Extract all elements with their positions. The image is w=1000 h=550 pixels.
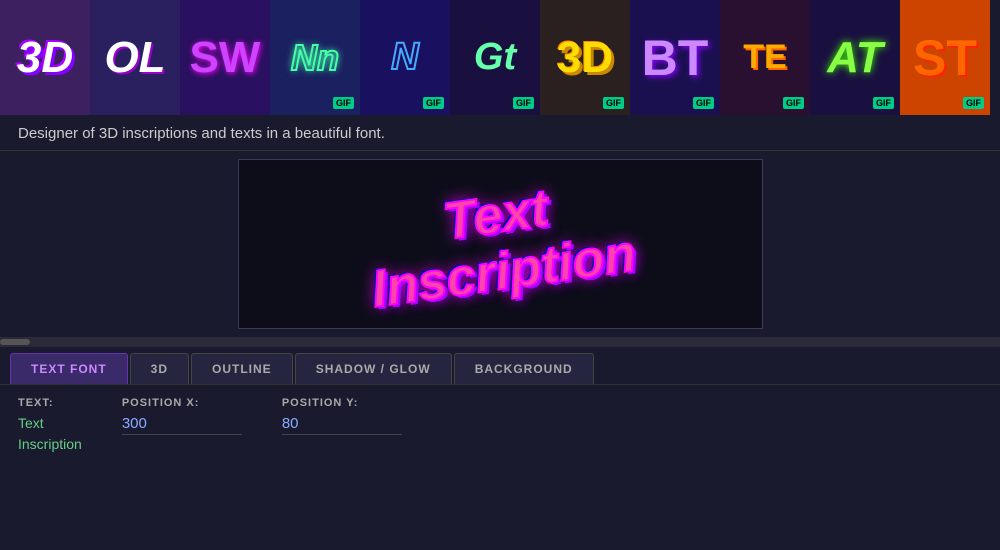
gif-badge: GIF: [333, 97, 354, 109]
card-label: 3D: [0, 0, 90, 115]
gif-badge: GIF: [783, 97, 804, 109]
tab-shadow-glow[interactable]: SHADOW / GLOW: [295, 353, 452, 384]
scroll-thumb[interactable]: [0, 339, 30, 345]
description-text: Designer of 3D inscriptions and texts in…: [0, 115, 1000, 151]
gif-badge: GIF: [513, 97, 534, 109]
tab-background[interactable]: BACKGROUND: [454, 353, 594, 384]
position-y-input[interactable]: [282, 413, 402, 435]
text-input-area: Text Inscription: [18, 413, 82, 455]
text-control-group: TEXT: Text Inscription: [18, 397, 82, 455]
canvas-area: Text Inscription: [0, 151, 1000, 337]
position-x-label: POSITION X:: [122, 397, 242, 409]
gif-badge: GIF: [873, 97, 894, 109]
style-card-ni[interactable]: N GIF: [360, 0, 450, 115]
style-card-bt[interactable]: BT GIF: [630, 0, 720, 115]
preview-text-container: Text Inscription: [360, 169, 639, 319]
tab-outline[interactable]: OUTLINE: [191, 353, 293, 384]
gif-badge: GIF: [693, 97, 714, 109]
style-card-sw[interactable]: SW: [180, 0, 270, 115]
gif-badge: GIF: [963, 97, 984, 109]
style-card-3d[interactable]: 3D: [0, 0, 90, 115]
tabs-bar: TEXT FONT 3D OUTLINE SHADOW / GLOW BACKG…: [0, 347, 1000, 384]
style-card-st[interactable]: ST GIF: [900, 0, 990, 115]
card-label: OL: [90, 0, 180, 115]
style-card-te[interactable]: TE GIF: [720, 0, 810, 115]
gif-badge: GIF: [603, 97, 624, 109]
style-gallery: 3D OL SW Nn GIF N GIF Gt GIF 3D GIF BT G…: [0, 0, 1000, 115]
text-label: TEXT:: [18, 397, 82, 409]
tab-3d[interactable]: 3D: [130, 353, 189, 384]
position-y-group: POSITION Y:: [282, 397, 402, 435]
tab-text-font[interactable]: TEXT FONT: [10, 353, 128, 384]
style-card-gt[interactable]: Gt GIF: [450, 0, 540, 115]
card-label: SW: [180, 0, 270, 115]
canvas-preview: Text Inscription: [238, 159, 763, 329]
style-card-nn[interactable]: Nn GIF: [270, 0, 360, 115]
text-line1: Text: [18, 413, 82, 434]
bottom-controls: TEXT: Text Inscription POSITION X: POSIT…: [0, 384, 1000, 467]
position-x-group: POSITION X:: [122, 397, 242, 435]
horizontal-scrollbar[interactable]: [0, 337, 1000, 347]
position-x-input[interactable]: [122, 413, 242, 435]
gif-badge: GIF: [423, 97, 444, 109]
style-card-ol[interactable]: OL: [90, 0, 180, 115]
position-y-label: POSITION Y:: [282, 397, 402, 409]
style-card-3dy[interactable]: 3D GIF: [540, 0, 630, 115]
text-line2: Inscription: [18, 434, 82, 455]
style-card-at[interactable]: AT GIF: [810, 0, 900, 115]
